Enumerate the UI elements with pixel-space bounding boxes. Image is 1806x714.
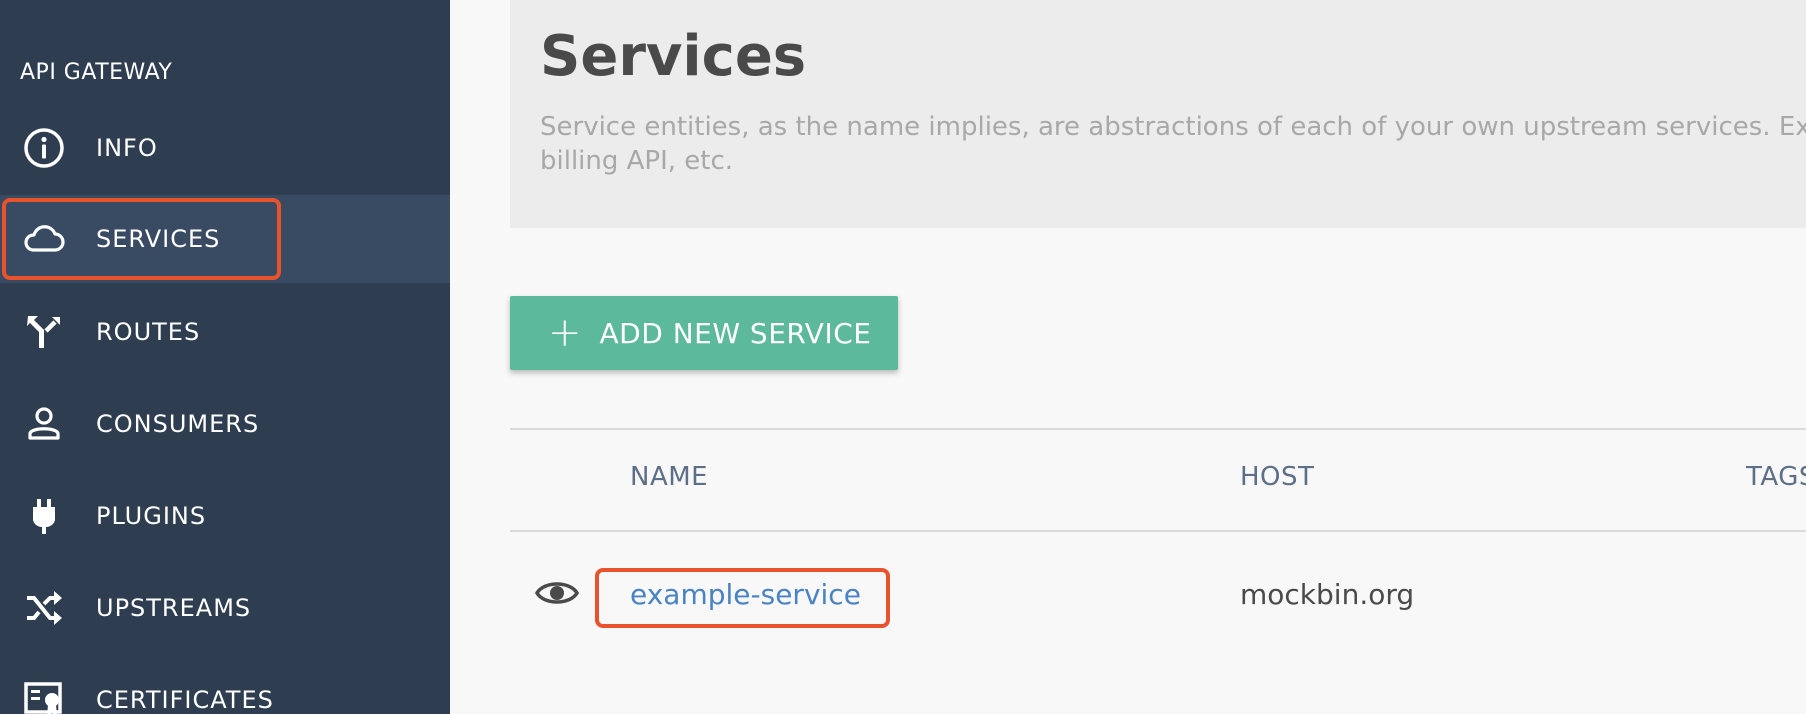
sidebar: API GATEWAY INFO SERVICES ROUTES CONSUME — [0, 0, 450, 714]
plus-icon: + — [548, 310, 582, 356]
sidebar-item-label: UPSTREAMS — [96, 594, 252, 622]
cloud-icon — [22, 217, 66, 261]
add-new-service-button[interactable]: + ADD NEW SERVICE — [510, 296, 898, 370]
table-divider — [510, 428, 1806, 430]
sidebar-item-label: PLUGINS — [96, 502, 207, 530]
sidebar-item-label: CONSUMERS — [96, 410, 260, 438]
page-description-line: billing API, etc. — [540, 146, 734, 176]
sidebar-item-upstreams[interactable]: UPSTREAMS — [0, 564, 450, 652]
column-header-host[interactable]: HOST — [1240, 462, 1314, 492]
sidebar-item-info[interactable]: INFO — [0, 104, 450, 192]
page-description-line: Service entities, as the name implies, a… — [540, 112, 1806, 142]
sidebar-item-label: INFO — [96, 134, 158, 162]
certificate-icon — [22, 678, 66, 714]
sidebar-item-plugins[interactable]: PLUGINS — [0, 472, 450, 560]
user-icon — [22, 402, 66, 446]
column-header-name[interactable]: NAME — [630, 462, 708, 492]
table-divider — [510, 530, 1806, 532]
sidebar-item-consumers[interactable]: CONSUMERS — [0, 380, 450, 468]
info-icon — [22, 126, 66, 170]
page-description: Service entities, as the name implies, a… — [540, 110, 1806, 178]
service-host: mockbin.org — [1240, 578, 1415, 611]
column-header-tags[interactable]: TAGS — [1746, 462, 1806, 492]
main-content: Services Service entities, as the name i… — [450, 0, 1806, 714]
service-name-link[interactable]: example-service — [630, 578, 861, 611]
shuffle-icon — [22, 586, 66, 630]
sidebar-item-label: CERTIFICATES — [96, 686, 274, 714]
app-root: API GATEWAY INFO SERVICES ROUTES CONSUME — [0, 0, 1806, 714]
sidebar-item-label: SERVICES — [96, 225, 221, 253]
routes-icon — [22, 310, 66, 354]
sidebar-item-certificates[interactable]: CERTIFICATES — [0, 656, 450, 714]
page-title: Services — [540, 24, 807, 89]
sidebar-item-routes[interactable]: ROUTES — [0, 288, 450, 376]
eye-icon[interactable] — [534, 574, 580, 612]
add-new-service-label: ADD NEW SERVICE — [599, 316, 872, 350]
plug-icon — [22, 494, 66, 538]
sidebar-heading: API GATEWAY — [20, 60, 173, 85]
sidebar-item-label: ROUTES — [96, 318, 201, 346]
sidebar-item-services[interactable]: SERVICES — [0, 195, 450, 283]
